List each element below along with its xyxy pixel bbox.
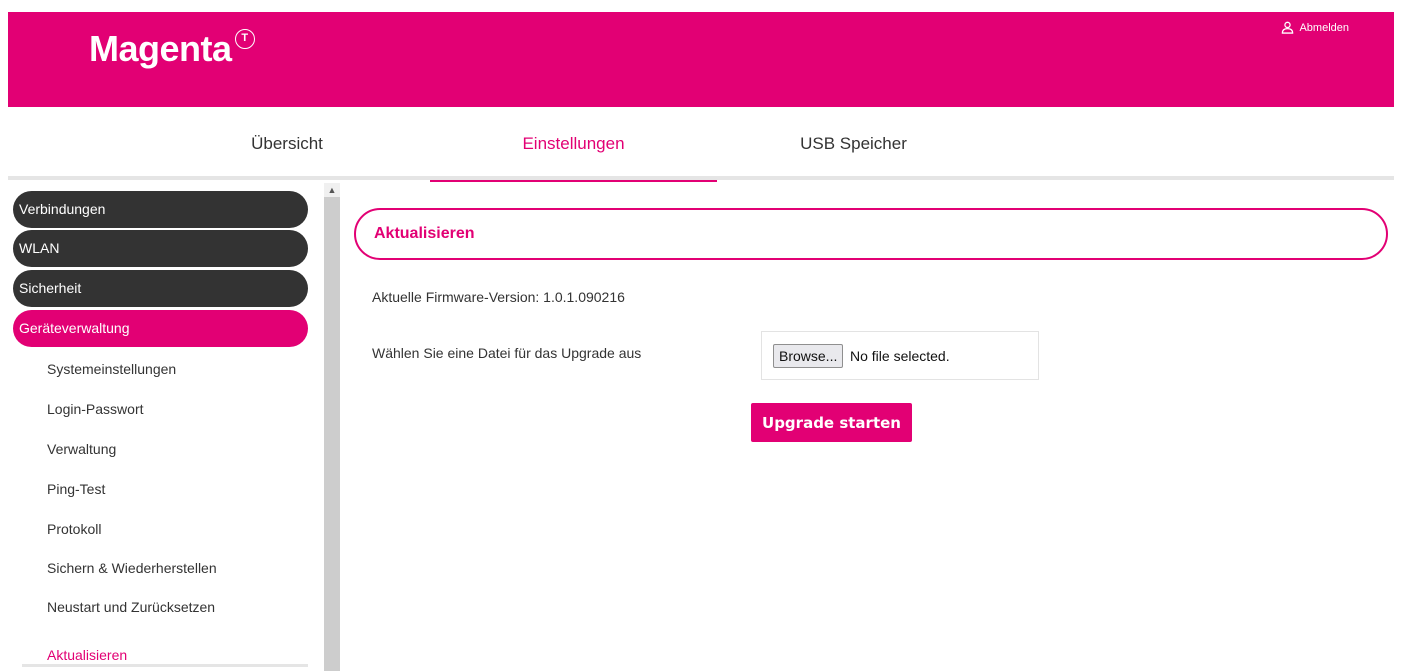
no-file-text: No file selected. <box>850 348 950 364</box>
logout-link[interactable]: Abmelden <box>1281 21 1349 34</box>
logout-label: Abmelden <box>1299 21 1349 34</box>
header-bar: Magenta T Abmelden <box>8 12 1394 107</box>
section-header: Aktualisieren <box>354 208 1388 260</box>
browse-button[interactable]: Browse... <box>773 344 844 368</box>
upgrade-start-button[interactable]: Upgrade starten <box>751 403 912 442</box>
sidebar-item-verwaltung[interactable]: Verwaltung <box>47 441 116 457</box>
logo-text: Magenta <box>89 28 232 69</box>
logo: Magenta T <box>89 28 255 70</box>
main-nav: Übersicht Einstellungen USB Speicher <box>8 107 1394 182</box>
sidebar-group-sicherheit[interactable]: Sicherheit <box>13 270 308 307</box>
tab-uebersicht[interactable]: Übersicht <box>144 107 430 180</box>
file-input: Browse... No file selected. <box>761 331 1039 380</box>
user-icon <box>1282 21 1294 34</box>
sidebar: Verbindungen WLAN Sicherheit Geräteverwa… <box>8 183 324 671</box>
telekom-t-icon: T <box>234 29 255 49</box>
sidebar-item-neustart-zuruecksetzen[interactable]: Neustart und Zurücksetzen <box>47 599 215 615</box>
sidebar-scrollbar[interactable]: ▲ <box>324 183 340 671</box>
active-item-underline <box>22 664 308 667</box>
scroll-up-arrow-icon[interactable]: ▲ <box>324 183 340 197</box>
sidebar-item-systemeinstellungen[interactable]: Systemeinstellungen <box>47 361 176 377</box>
sidebar-group-verbindungen[interactable]: Verbindungen <box>13 191 308 228</box>
firmware-version-text: Aktuelle Firmware-Version: 1.0.1.090216 <box>372 289 625 305</box>
tab-einstellungen[interactable]: Einstellungen <box>430 107 717 182</box>
scrollbar-thumb[interactable] <box>324 197 340 671</box>
sidebar-group-wlan[interactable]: WLAN <box>13 230 308 267</box>
sidebar-item-sichern-wiederherstellen[interactable]: Sichern & Wiederherstellen <box>47 560 217 576</box>
section-title: Aktualisieren <box>374 225 475 242</box>
sidebar-item-protokoll[interactable]: Protokoll <box>47 521 101 537</box>
tab-usb-speicher[interactable]: USB Speicher <box>717 107 990 180</box>
sidebar-item-ping-test[interactable]: Ping-Test <box>47 481 105 497</box>
sidebar-group-geraeteverwaltung[interactable]: Geräteverwaltung <box>13 310 308 347</box>
sidebar-item-login-passwort[interactable]: Login-Passwort <box>47 401 144 417</box>
sidebar-item-aktualisieren[interactable]: Aktualisieren <box>47 647 127 663</box>
choose-file-label: Wählen Sie eine Datei für das Upgrade au… <box>372 345 642 361</box>
